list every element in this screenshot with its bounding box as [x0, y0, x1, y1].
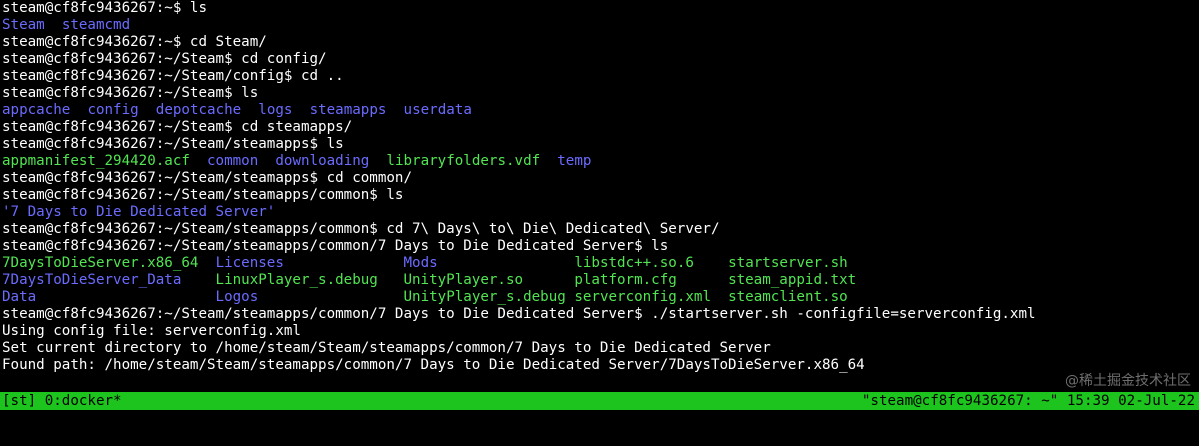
terminal-line: 7DaysToDieServer_Data LinuxPlayer_s.debu…	[0, 272, 1199, 289]
executable-file-name: libstdc++.so.6	[574, 255, 694, 271]
executable-file-name: UnityPlayer_s.debug	[403, 289, 566, 305]
executable-file-name: appmanifest_294420.acf	[2, 153, 190, 169]
executable-file-name: libraryfolders.vdf	[386, 153, 541, 169]
tmux-status-bar: [st] 0:docker* "steam@cf8fc9436267: ~" 1…	[0, 392, 1199, 410]
directory-name: Logos	[215, 289, 259, 305]
terminal-text: steam@cf8fc9436267:~/Steam/steamapps/com…	[2, 221, 720, 237]
terminal-line: Steam steamcmd	[0, 17, 1199, 34]
terminal-line: steam@cf8fc9436267:~/Steam$ cd steamapps…	[0, 119, 1199, 136]
directory-name: '7 Days to Die Dedicated Server'	[2, 204, 276, 220]
directory-name: steamapps	[309, 102, 387, 118]
watermark: @稀土掘金技术社区	[1065, 373, 1191, 389]
terminal-text: Set current directory to /home/steam/Ste…	[2, 340, 771, 356]
directory-name: 7DaysToDieServer_Data	[2, 272, 182, 288]
directory-name: depotcache	[155, 102, 242, 118]
executable-file-name: LinuxPlayer_s.debug	[215, 272, 378, 288]
terminal-text: steam@cf8fc9436267:~/Steam/steamapps/com…	[2, 306, 1036, 322]
terminal-line: steam@cf8fc9436267:~/Steam$ cd config/	[0, 51, 1199, 68]
terminal-line: Data Logos UnityPlayer_s.debug servercon…	[0, 289, 1199, 306]
executable-file-name: steamclient.so	[728, 289, 848, 305]
terminal-line: steam@cf8fc9436267:~/Steam/steamapps$ cd…	[0, 170, 1199, 187]
terminal-text: steam@cf8fc9436267:~/Steam$ ls	[2, 85, 259, 101]
terminal-line: steam@cf8fc9436267:~/Steam/steamapps/com…	[0, 306, 1199, 323]
executable-file-name: startserver.sh	[728, 255, 848, 271]
terminal-text: steam@cf8fc9436267:~/Steam$ cd steamapps…	[2, 119, 353, 135]
directory-name: Steam	[2, 17, 45, 33]
executable-file-name: UnityPlayer.so	[403, 272, 524, 288]
terminal-text: Using config file: serverconfig.xml	[2, 323, 301, 339]
terminal-text: steam@cf8fc9436267:~/Steam/config$ cd ..	[2, 68, 344, 84]
terminal-line: 7DaysToDieServer.x86_64 Licenses Mods li…	[0, 255, 1199, 272]
terminal-line: Set current directory to /home/steam/Ste…	[0, 340, 1199, 357]
terminal-text: steam@cf8fc9436267:~/Steam/steamapps$ ls	[2, 136, 344, 152]
terminal-line: steam@cf8fc9436267:~/Steam/steamapps/com…	[0, 221, 1199, 238]
terminal-line: Using config file: serverconfig.xml	[0, 323, 1199, 340]
directory-name: appcache	[2, 102, 71, 118]
terminal-text: Found path: /home/steam/Steam/steamapps/…	[2, 357, 865, 373]
directory-name: steamcmd	[61, 17, 131, 33]
terminal-line: Found path: /home/steam/Steam/steamapps/…	[0, 357, 1199, 374]
directory-name: Data	[2, 289, 37, 305]
terminal-line: steam@cf8fc9436267:~$ ls	[0, 0, 1199, 17]
terminal-line: steam@cf8fc9436267:~/Steam/steamapps$ ls	[0, 136, 1199, 153]
terminal-text: steam@cf8fc9436267:~/Steam/steamapps/com…	[2, 238, 669, 254]
terminal-line: steam@cf8fc9436267:~$ cd Steam/	[0, 34, 1199, 51]
directory-name: Mods	[403, 255, 438, 271]
terminal-text: steam@cf8fc9436267:~/Steam$ cd config/	[2, 51, 327, 67]
directory-name: config	[87, 102, 139, 118]
directory-name: temp	[557, 153, 592, 169]
executable-file-name: serverconfig.xml	[574, 289, 711, 305]
terminal-output[interactable]: steam@cf8fc9436267:~$ ls Steam steamcmd st…	[0, 0, 1199, 392]
terminal-line: steam@cf8fc9436267:~/Steam/steamapps/com…	[0, 238, 1199, 255]
status-host-time: "steam@cf8fc9436267: ~" 15:39 02-Jul-22	[861, 393, 1195, 409]
directory-name: userdata	[403, 102, 472, 118]
executable-file-name: 7DaysToDieServer.x86_64	[2, 255, 199, 271]
directory-name: Licenses	[215, 255, 284, 271]
directory-name: downloading	[275, 153, 370, 169]
terminal-line: steam@cf8fc9436267:~/Steam$ ls	[0, 85, 1199, 102]
terminal-text: steam@cf8fc9436267:~/Steam/steamapps$ cd…	[2, 170, 412, 186]
terminal-line: appcache config depotcache logs steamapp…	[0, 102, 1199, 119]
terminal-line: '7 Days to Die Dedicated Server'	[0, 204, 1199, 221]
terminal-text: steam@cf8fc9436267:~/Steam/steamapps/com…	[2, 187, 404, 203]
directory-name: logs	[258, 102, 293, 118]
terminal-text: steam@cf8fc9436267:~$ cd Steam/	[2, 34, 267, 50]
terminal-line: appmanifest_294420.acf common downloadin…	[0, 153, 1199, 170]
terminal-line: steam@cf8fc9436267:~/Steam/config$ cd ..	[0, 68, 1199, 85]
executable-file-name: steam_appid.txt	[728, 272, 857, 288]
executable-file-name: platform.cfg	[574, 272, 677, 288]
terminal-text: steam@cf8fc9436267:~$ ls	[2, 0, 207, 16]
terminal-line: steam@cf8fc9436267:~/Steam/steamapps/com…	[0, 187, 1199, 204]
status-session-window[interactable]: [st] 0:docker*	[2, 392, 122, 410]
directory-name: common	[207, 153, 259, 169]
